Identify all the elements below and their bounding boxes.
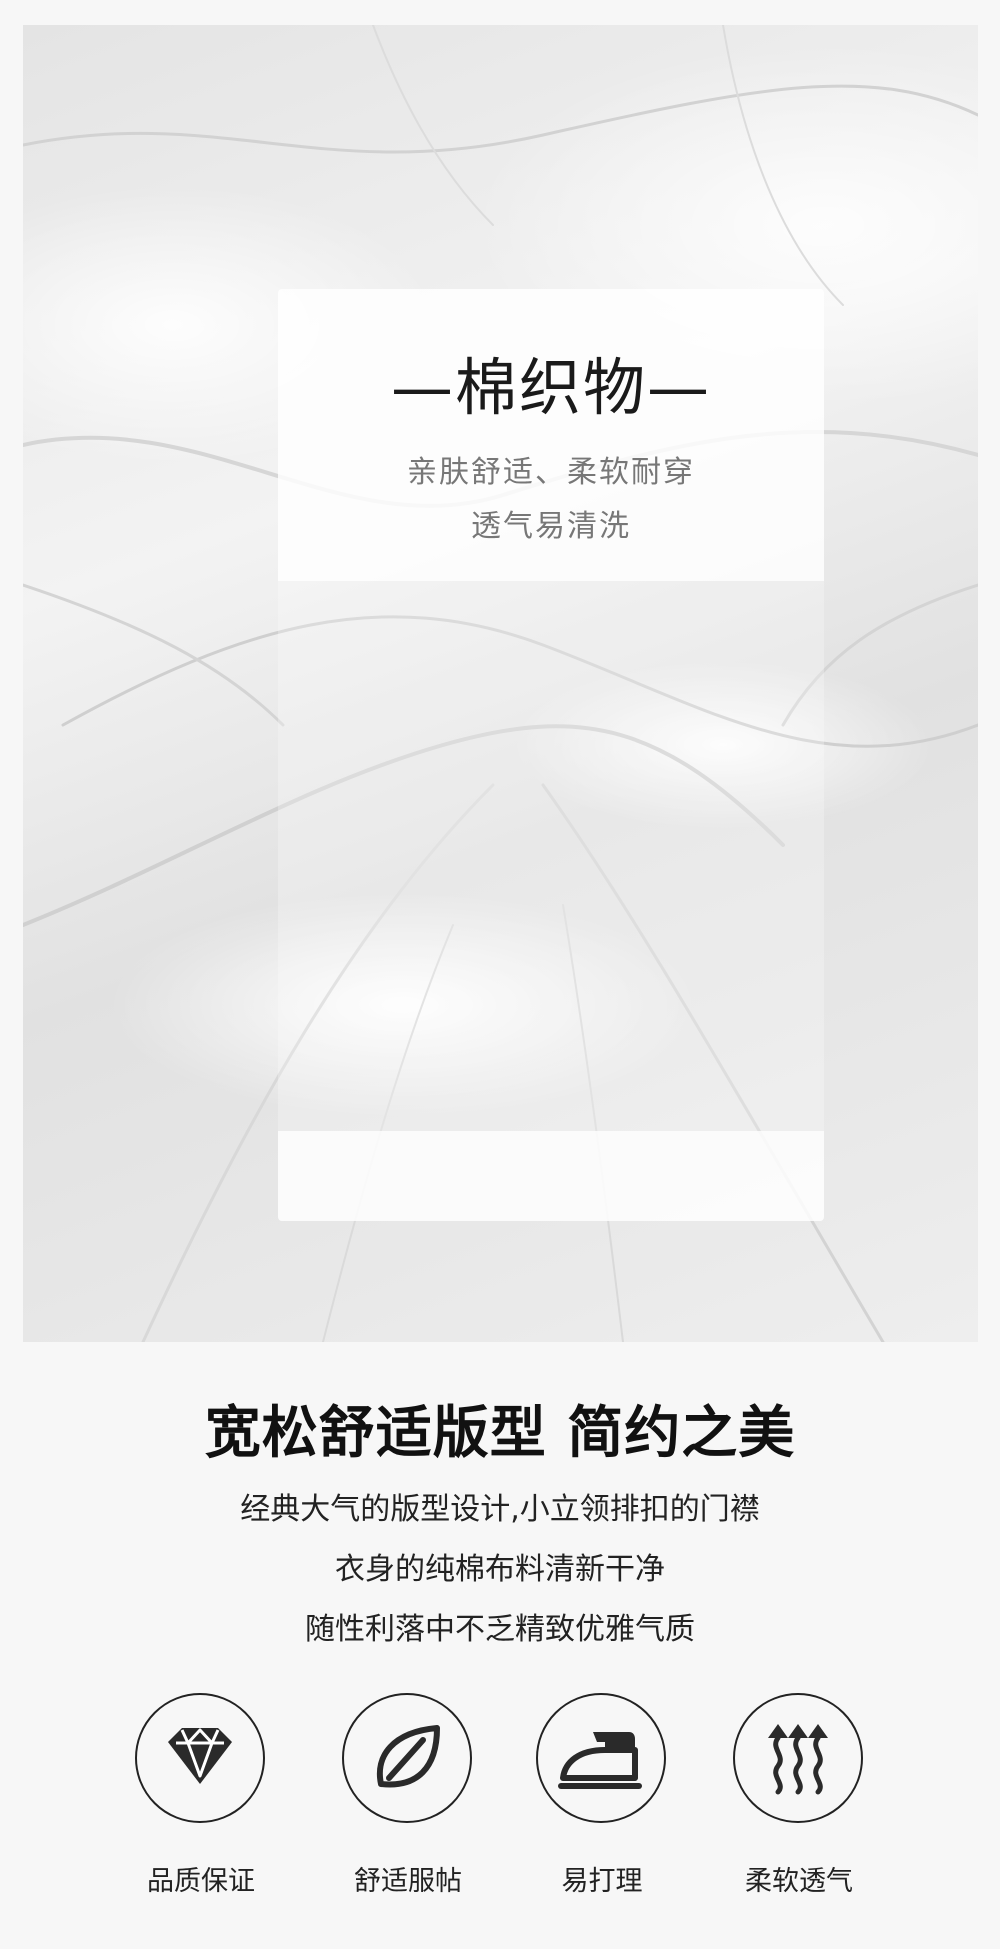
- description-line: 衣身的纯棉布料清新干净: [335, 1552, 665, 1587]
- diamond-icon: [168, 1728, 232, 1784]
- feature-label: 舒适服帖: [354, 1866, 462, 1897]
- description-line: 随性利落中不乏精致优雅气质: [305, 1612, 695, 1647]
- hero-frame: —棉织物— 亲肤舒适、柔软耐穿 透气易清洗: [278, 289, 824, 1221]
- iron-icon: [558, 1732, 642, 1789]
- feature-label: 品质保证: [147, 1866, 255, 1897]
- feature-label: 易打理: [561, 1866, 643, 1897]
- feature-icon-circle: [733, 1693, 863, 1823]
- hero-desc-line1: 亲肤舒适、柔软耐穿: [407, 455, 695, 490]
- hero-desc-line2: 透气易清洗: [471, 509, 631, 544]
- breathable-arrows-icon: [768, 1724, 828, 1795]
- feature-label: 柔软透气: [745, 1866, 853, 1897]
- feature-icon-circle: [342, 1693, 472, 1823]
- section-headline: 宽松舒适版型 简约之美: [204, 1401, 796, 1466]
- feature-icon-circle: [135, 1693, 265, 1823]
- hero-title: —棉织物—: [390, 351, 711, 424]
- cotton-fabric-photo: —棉织物— 亲肤舒适、柔软耐穿 透气易清洗: [23, 25, 978, 1342]
- hero-text-panel: —棉织物— 亲肤舒适、柔软耐穿 透气易清洗: [278, 289, 824, 581]
- description-line: 经典大气的版型设计,小立领排扣的门襟: [240, 1492, 760, 1527]
- hero-bottom-band: [278, 1131, 824, 1221]
- feature-icon-circle: [536, 1693, 666, 1823]
- leaf-icon: [376, 1725, 440, 1788]
